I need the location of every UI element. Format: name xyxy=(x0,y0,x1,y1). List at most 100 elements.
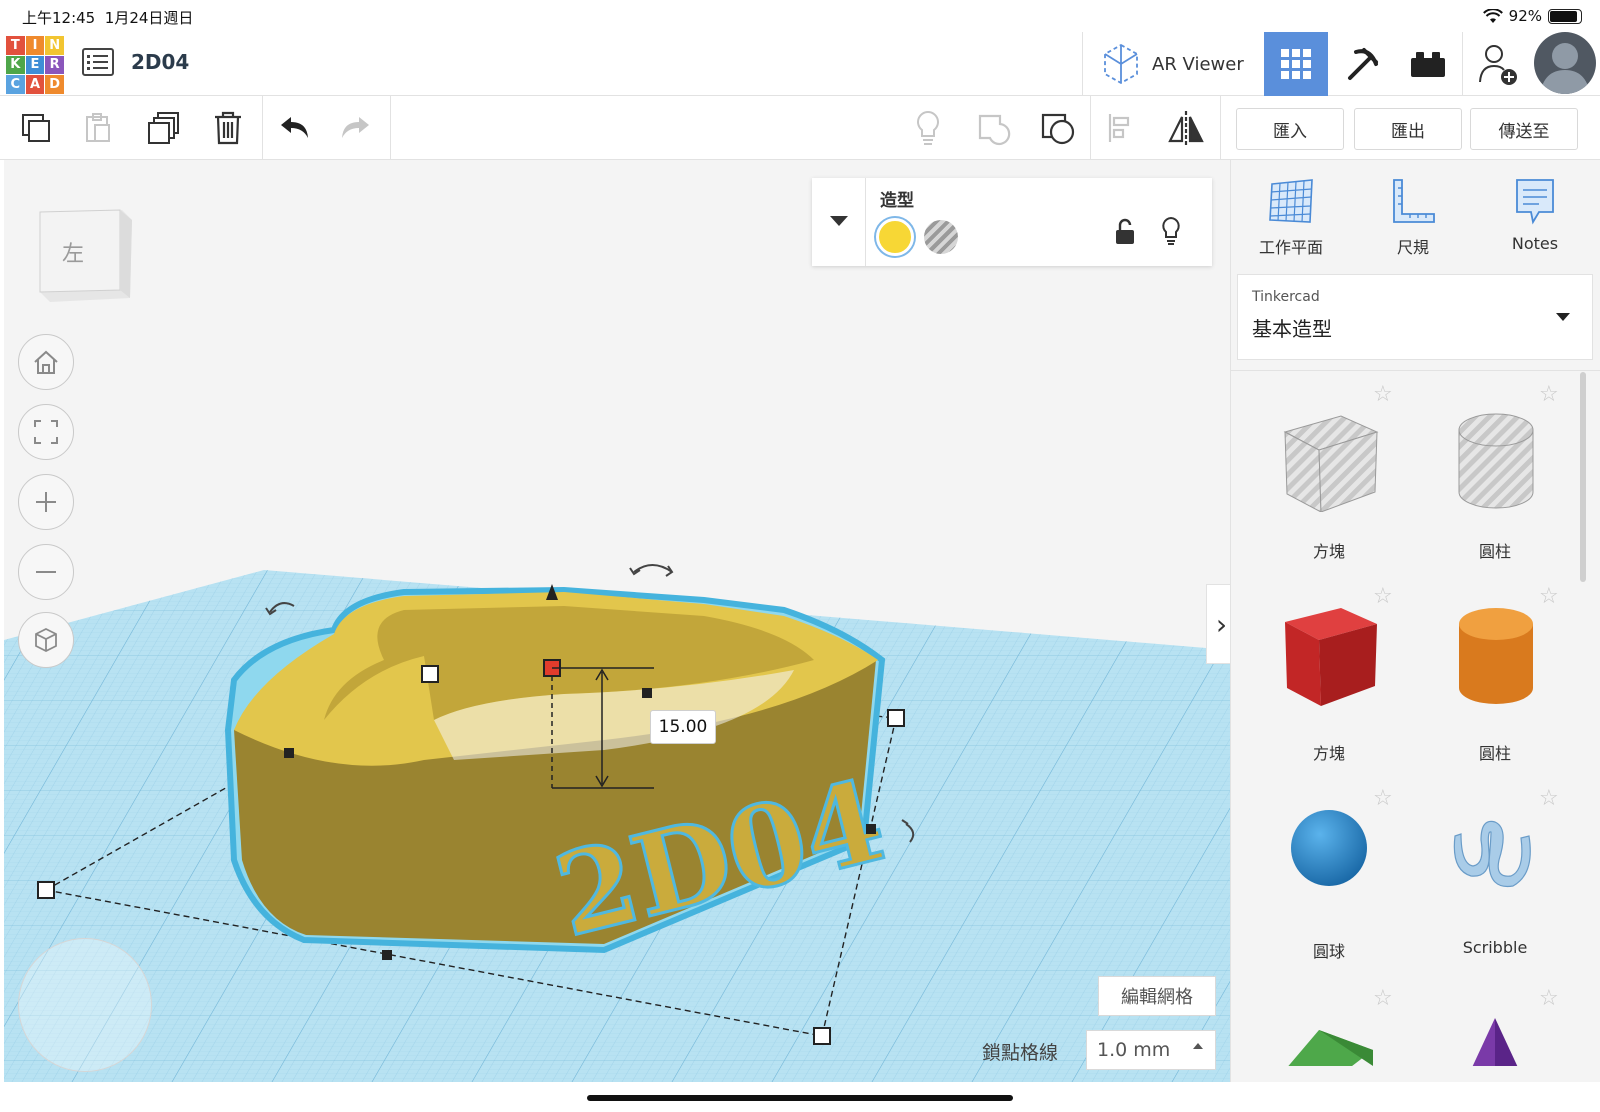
shape-box[interactable]: ☆ 方塊 xyxy=(1249,584,1409,774)
star-icon[interactable]: ☆ xyxy=(1373,786,1393,811)
hole-swatch[interactable] xyxy=(924,220,958,254)
duplicate-icon xyxy=(148,112,179,144)
logo-letter: R xyxy=(45,55,64,75)
fit-view-icon xyxy=(34,420,58,444)
design-list-icon[interactable] xyxy=(82,48,114,76)
chevron-down-icon xyxy=(1556,313,1570,321)
logo-letter: C xyxy=(6,75,25,94)
library-name: 基本造型 xyxy=(1252,317,1332,341)
export-button[interactable]: 匯出 xyxy=(1354,108,1462,150)
shape-box-hole[interactable]: ☆ 方塊 xyxy=(1249,382,1409,572)
star-icon[interactable]: ☆ xyxy=(1539,786,1559,811)
ar-viewer-button[interactable]: AR Viewer xyxy=(1100,38,1280,90)
inspector-title: 造型 xyxy=(880,191,914,211)
wifi-icon xyxy=(1482,8,1503,23)
group-icon xyxy=(978,114,1011,146)
pickaxe-icon xyxy=(1348,48,1378,80)
lightbulb-icon xyxy=(917,110,939,145)
ungroup-icon xyxy=(1041,113,1075,145)
shape-label: 圓柱 xyxy=(1478,744,1511,763)
import-button[interactable]: 匯入 xyxy=(1236,108,1344,150)
dimension-input[interactable]: 15.00 xyxy=(650,710,716,744)
align-button[interactable] xyxy=(1100,106,1144,150)
star-icon[interactable]: ☆ xyxy=(1539,382,1559,407)
invite-user-button[interactable] xyxy=(1466,32,1530,96)
snap-grid-label: 鎖點格線 xyxy=(982,1042,1059,1064)
duplicate-button[interactable] xyxy=(142,106,186,150)
shape-inspector: 造型 xyxy=(812,178,1212,266)
toolbar-divider xyxy=(1220,96,1221,160)
view-cube[interactable]: 左 xyxy=(36,206,134,304)
ungroup-button[interactable] xyxy=(1036,106,1080,150)
star-icon[interactable]: ☆ xyxy=(1539,986,1559,1011)
delete-button[interactable] xyxy=(206,106,250,150)
shape-label: 方塊 xyxy=(1312,744,1345,763)
snap-grid-select[interactable]: 1.0 mm xyxy=(1086,1030,1216,1070)
notes-icon xyxy=(1516,179,1554,225)
box-icon xyxy=(1285,608,1377,706)
shape-library-select[interactable]: Tinkercad 基本造型 xyxy=(1237,274,1593,360)
star-icon[interactable]: ☆ xyxy=(1373,986,1393,1011)
solid-color-swatch[interactable] xyxy=(876,218,914,256)
logo-letter: A xyxy=(25,75,45,94)
ruler-tool[interactable]: 尺規 xyxy=(1363,176,1463,266)
lock-button[interactable] xyxy=(1114,218,1136,250)
shape-roof[interactable]: ☆ xyxy=(1249,986,1409,1066)
workplane-scene[interactable]: 2D04 xyxy=(4,160,1230,1082)
zoom-out-button[interactable] xyxy=(18,544,74,600)
navigation-joystick[interactable] xyxy=(18,938,152,1072)
project-title[interactable]: 2D04 xyxy=(131,50,189,74)
copy-button[interactable] xyxy=(14,106,58,150)
redo-button[interactable] xyxy=(334,106,378,150)
edit-grid-button[interactable]: 編輯網格 xyxy=(1098,976,1216,1016)
shape-label: 圓球 xyxy=(1312,942,1345,961)
shape-label: 圓柱 xyxy=(1478,542,1511,561)
snap-grid-value: 1.0 mm xyxy=(1097,1039,1171,1061)
home-indicator[interactable] xyxy=(587,1095,1013,1101)
blocks-view-button[interactable] xyxy=(1330,32,1394,96)
roof-icon xyxy=(1288,1030,1373,1066)
pyramid-icon xyxy=(1472,1018,1518,1066)
projection-toggle-button[interactable] xyxy=(18,612,74,668)
view-cube-face-label: 左 xyxy=(62,242,85,267)
fit-view-button[interactable] xyxy=(18,404,74,460)
paste-button[interactable] xyxy=(76,106,120,150)
sphere-icon xyxy=(1291,810,1367,886)
workplane-canvas[interactable]: 2D04 15.00 xyxy=(4,160,1230,1082)
inspector-collapse-button[interactable] xyxy=(812,178,866,266)
send-to-button[interactable]: 傳送至 xyxy=(1470,108,1578,150)
bricks-view-button[interactable] xyxy=(1396,32,1460,96)
hide-button[interactable] xyxy=(1160,216,1182,250)
mirror-button[interactable] xyxy=(1164,106,1208,150)
panel-scrollbar[interactable] xyxy=(1580,372,1586,582)
shape-sphere[interactable]: ☆ 圓球 xyxy=(1249,786,1409,976)
copy-icon xyxy=(22,114,50,142)
paste-icon xyxy=(86,113,110,142)
header-divider xyxy=(1462,32,1463,96)
box-hole-icon xyxy=(1283,415,1379,512)
shape-cylinder-hole[interactable]: ☆ 圓柱 xyxy=(1415,382,1575,572)
home-view-button[interactable] xyxy=(18,334,74,390)
star-icon[interactable]: ☆ xyxy=(1539,584,1559,609)
user-avatar[interactable] xyxy=(1534,32,1596,94)
shape-label: 方塊 xyxy=(1312,542,1345,561)
zoom-in-button[interactable] xyxy=(18,474,74,530)
tinkercad-logo[interactable]: T I N K E R C A D xyxy=(6,36,64,94)
group-button[interactable] xyxy=(972,106,1016,150)
logo-letter: N xyxy=(45,36,64,55)
show-all-button[interactable] xyxy=(906,106,950,150)
status-bar: 上午12:45 1月24日週日 92% xyxy=(0,0,1600,32)
cylinder-hole-icon xyxy=(1458,413,1534,509)
view-cube-icon xyxy=(39,209,132,302)
3d-design-view-button[interactable] xyxy=(1264,32,1328,96)
shape-pyramid[interactable]: ☆ xyxy=(1415,986,1575,1066)
undo-button[interactable] xyxy=(272,106,316,150)
workplane-tool[interactable]: 工作平面 xyxy=(1241,176,1341,266)
shape-cylinder[interactable]: ☆ 圓柱 xyxy=(1415,584,1575,774)
shape-scribble[interactable]: ☆ Scribble xyxy=(1415,786,1575,976)
shapes-panel: 工作平面 尺規 Notes Tinkercad 基本造型 ☆ 方塊 ☆ 圓柱 ☆ xyxy=(1230,160,1600,1082)
brick-icon xyxy=(1411,52,1445,77)
workplane-tool-label: 工作平面 xyxy=(1258,238,1323,257)
notes-tool[interactable]: Notes xyxy=(1485,176,1585,266)
scribble-icon xyxy=(1453,820,1531,888)
